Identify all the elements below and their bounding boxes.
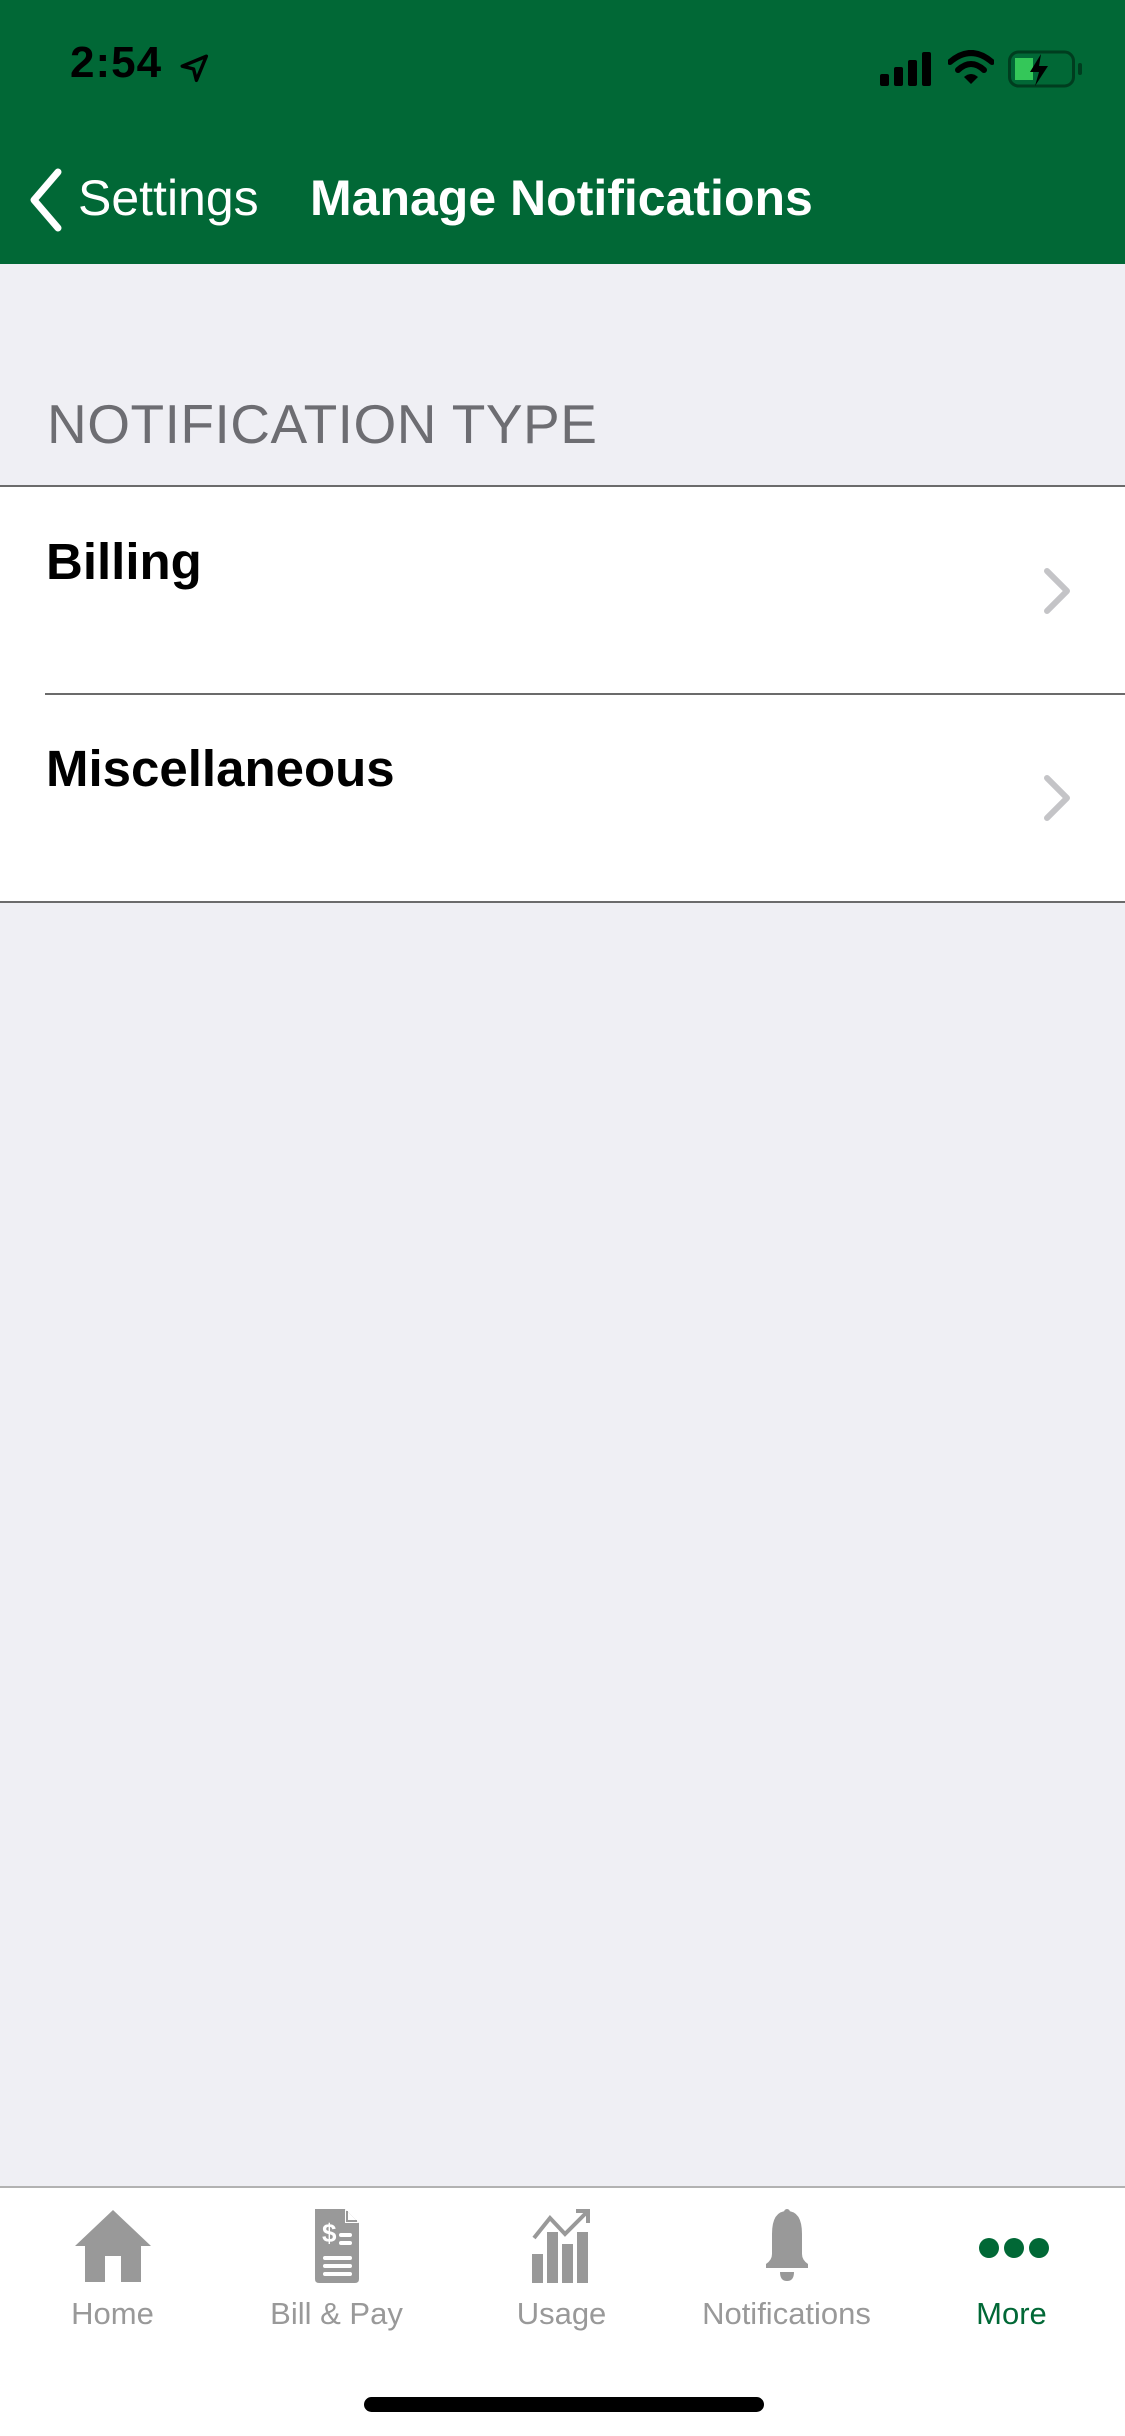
tab-label: Usage — [516, 2296, 607, 2331]
home-indicator — [364, 2397, 764, 2412]
tab-bill-pay[interactable]: $ Bill & Pay — [224, 2188, 449, 2358]
back-label: Settings — [78, 170, 259, 226]
chevron-right-icon — [1044, 775, 1070, 821]
bell-icon — [765, 2209, 808, 2281]
list-item-miscellaneous[interactable]: Miscellaneous — [0, 693, 1125, 901]
more-dots-icon — [978, 2238, 1049, 2258]
tab-notifications[interactable]: Notifications — [674, 2188, 899, 2358]
tab-label: Bill & Pay — [270, 2296, 403, 2331]
status-time: 2:54 — [70, 38, 163, 87]
battery-charging-icon — [1008, 50, 1082, 88]
app-header: 2:54 Settings Manage Notifications — [0, 0, 1125, 264]
list-item-billing[interactable]: Billing — [0, 487, 1125, 694]
chevron-left-icon — [30, 168, 62, 232]
chevron-right-icon — [1044, 568, 1070, 614]
list-item-title: Miscellaneous — [46, 740, 395, 797]
location-arrow-icon — [180, 54, 209, 83]
svg-text:$: $ — [322, 2218, 337, 2248]
cellular-signal-icon — [880, 52, 931, 86]
list-item-title: Billing — [46, 533, 202, 590]
wifi-icon — [948, 50, 994, 84]
tab-home[interactable]: Home — [0, 2188, 225, 2358]
tab-label: Home — [71, 2296, 154, 2331]
bill-icon: $ — [314, 2209, 359, 2283]
tab-more[interactable]: More — [899, 2188, 1124, 2358]
tab-usage[interactable]: Usage — [449, 2188, 674, 2358]
tab-label: Notifications — [702, 2296, 871, 2331]
section-header: NOTIFICATION TYPE — [47, 393, 598, 455]
home-icon — [74, 2210, 151, 2282]
notification-type-list: Billing Miscellaneous — [0, 485, 1125, 903]
usage-chart-icon — [531, 2209, 590, 2283]
page-title: Manage Notifications — [310, 170, 813, 226]
back-button[interactable]: Settings — [20, 160, 280, 240]
tab-label: More — [976, 2296, 1047, 2331]
